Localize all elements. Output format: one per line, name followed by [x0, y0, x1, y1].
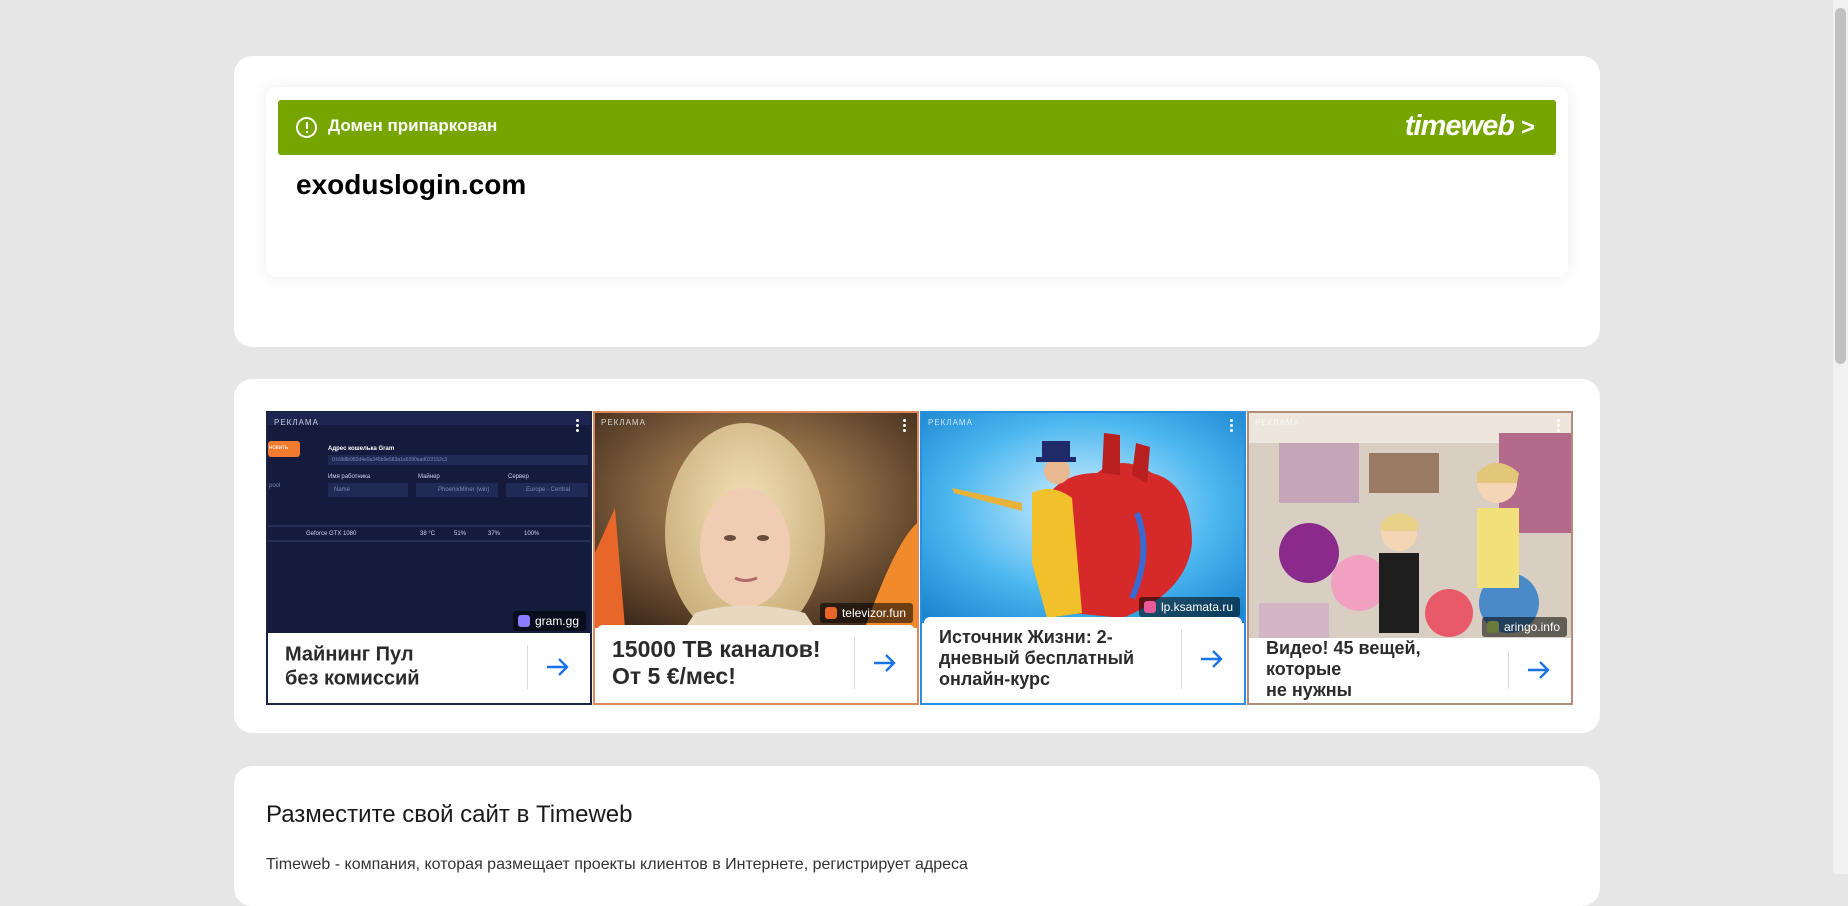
- hosting-description: Timeweb - компания, которая размещает пр…: [266, 856, 968, 873]
- label-server: Сервер: [508, 474, 529, 480]
- ad-title-line: Видео! 45 вещей, которые: [1266, 638, 1421, 680]
- televizor-logo-icon: [824, 607, 837, 619]
- domain-name: exoduslogin.com: [296, 169, 527, 200]
- ad-source-badge: lp.ksamata.ru: [1138, 597, 1240, 617]
- ad-title: Майнинг Пул без комиссий: [285, 643, 518, 690]
- gram-logo-icon: [517, 615, 530, 627]
- wallet-address: 0:b9b8b982d4e0a345b9e583a1a6390aad022152…: [332, 457, 448, 463]
- arrow-right-icon[interactable]: [1527, 660, 1551, 680]
- ad-label: РЕКЛАМА: [1255, 418, 1300, 427]
- arrow-right-icon[interactable]: [873, 653, 897, 673]
- arrow-right-icon[interactable]: [546, 657, 570, 677]
- more-vertical-icon[interactable]: [1557, 419, 1561, 434]
- arrow-right-icon[interactable]: [1200, 649, 1224, 669]
- ad-source-badge: aringo.info: [1481, 617, 1567, 637]
- exclamation-circle-icon: [296, 117, 317, 138]
- hosting-title: Разместите свой сайт в Timeweb: [266, 801, 633, 828]
- gpu-name: Geforce GTX 1080: [306, 531, 357, 537]
- ad-title-line: не нужны: [1266, 680, 1352, 701]
- ad-label: РЕКЛАМА: [928, 418, 973, 427]
- ad-label: РЕКЛАМА: [601, 418, 646, 427]
- aringo-logo-icon: [1486, 621, 1499, 633]
- ad-caption: Источник Жизни: 2- дневный бесплатный он…: [924, 617, 1242, 701]
- field-miner: PhoenixMiner (win): [438, 487, 490, 493]
- timeweb-logo-text: timeweb: [1404, 110, 1515, 142]
- ad-tile-4[interactable]: РЕКЛАМА aringo.info Видео! 45 вещей, кот…: [1247, 411, 1573, 705]
- wallet-header: Адрес кошелька Gram: [328, 446, 395, 452]
- ad-tile-3[interactable]: РЕКЛАМА lp.ksamata.ru Источник Жизни: 2-…: [920, 411, 1246, 705]
- ad-source-text: gram.gg: [534, 614, 579, 628]
- ad-caption: 15000 ТВ каналов! От 5 €/мес!: [597, 625, 915, 701]
- ksamata-logo-icon: [1143, 601, 1156, 613]
- more-vertical-icon[interactable]: [903, 419, 907, 434]
- more-vertical-icon[interactable]: [576, 419, 580, 434]
- ad-title-line: Майнинг Пул: [285, 643, 414, 666]
- ad-title: Видео! 45 вещей, которые не нужны: [1266, 638, 1499, 702]
- divider: [1181, 629, 1182, 689]
- ad-source-text: lp.ksamata.ru: [1160, 600, 1233, 614]
- ad-label: РЕКЛАМА: [274, 418, 319, 427]
- gpu-power: 100%: [524, 531, 540, 537]
- ad-title-line: От 5 €/мес!: [612, 663, 736, 689]
- parked-status-bar: Домен припаркован timeweb >: [278, 100, 1556, 155]
- parked-domain-panel: Домен припаркован timeweb > exoduslogin.…: [266, 87, 1568, 277]
- field-worker: Name: [334, 487, 351, 493]
- ad-source-text: aringo.info: [1503, 620, 1560, 634]
- ad-title: 15000 ТВ каналов! От 5 €/мес!: [612, 636, 845, 690]
- gpu-temp: 38 °C: [420, 531, 436, 537]
- ad-title-line: дневный бесплатный: [939, 648, 1135, 669]
- parked-domain-card: Домен припаркован timeweb > exoduslogin.…: [234, 56, 1600, 347]
- ad-caption: Видео! 45 вещей, которые не нужны: [1251, 638, 1569, 702]
- ad-tile-2[interactable]: РЕКЛАМА televizor.fun 15000 ТВ каналов! …: [593, 411, 919, 705]
- label-worker: Имя работника: [328, 474, 371, 480]
- vertical-scrollbar[interactable]: [1833, 0, 1848, 874]
- scrollbar-thumb[interactable]: [1835, 8, 1846, 364]
- divider: [1508, 651, 1509, 689]
- ad-title-line: 15000 ТВ каналов!: [612, 635, 821, 662]
- ads-card: Адрес кошелька Gram 0:b9b8b982d4e0a345b9…: [234, 379, 1600, 733]
- ad-source-badge: televizor.fun: [819, 603, 913, 623]
- divider: [854, 637, 855, 689]
- parked-status-text: Домен припаркован: [328, 116, 498, 135]
- field-server: Europe - Central: [526, 487, 571, 493]
- timeweb-logo[interactable]: timeweb >: [1404, 110, 1535, 143]
- ad-source-badge: gram.gg: [512, 611, 586, 631]
- ad-source-text: televizor.fun: [841, 606, 906, 620]
- hosting-promo-card: Разместите свой сайт в Timeweb Timeweb -…: [234, 766, 1600, 906]
- ad-caption: Майнинг Пул без комиссий: [270, 633, 588, 701]
- ad-image-text-1: Адрес кошелька Gram 0:b9b8b982d4e0a345b9…: [268, 413, 590, 633]
- refresh-button-text: новить: [269, 445, 289, 451]
- divider: [527, 645, 528, 689]
- gpu-load: 37%: [488, 531, 501, 537]
- ad-image-3: [922, 413, 1244, 623]
- ad-image-2: [595, 413, 917, 628]
- more-vertical-icon[interactable]: [1230, 419, 1234, 434]
- ad-tile-1[interactable]: Адрес кошелька Gram 0:b9b8b982d4e0a345b9…: [266, 411, 592, 705]
- side-label: pool: [269, 483, 281, 489]
- ad-title: Источник Жизни: 2- дневный бесплатный он…: [939, 627, 1172, 691]
- ad-title-line: без комиссий: [285, 667, 420, 689]
- ad-image-4: [1249, 413, 1571, 638]
- ad-title-line: Источник Жизни: 2-: [939, 627, 1113, 648]
- label-miner: Майнер: [418, 474, 440, 480]
- gpu-fan: 51%: [454, 531, 467, 537]
- chevron-right-icon: >: [1520, 114, 1535, 141]
- ad-title-line: онлайн-курс: [939, 669, 1051, 690]
